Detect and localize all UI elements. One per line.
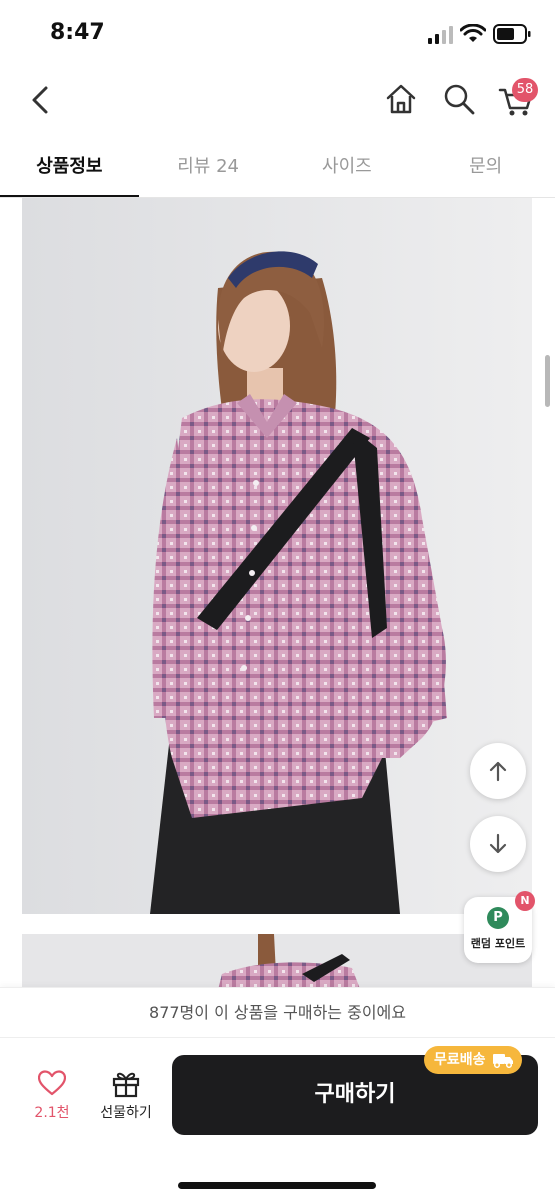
heart-icon (37, 1070, 67, 1096)
delivery-truck-icon (492, 1054, 513, 1068)
model-photo-preview-image (22, 934, 532, 994)
wifi-icon (460, 24, 486, 42)
buying-now-notice: 877명이 이 상품을 구매하는 중이에요 (0, 988, 555, 1038)
new-badge: N (515, 891, 535, 911)
cellular-signal-icon (428, 26, 453, 44)
tab-size[interactable]: 사이즈 (278, 140, 417, 198)
status-bar: 8:47 (0, 0, 555, 70)
like-button[interactable]: 2.1천 (26, 1070, 78, 1122)
arrow-down-icon (489, 833, 507, 854)
gift-label: 선물하기 (100, 1105, 152, 1121)
home-icon[interactable] (384, 82, 418, 116)
scroll-down-button[interactable] (470, 816, 526, 872)
battery-icon (493, 24, 531, 44)
product-detail-screen: 8:47 58 상품정보 리뷰 24 사이즈 문의 P 랜덤 포인트 N 877… (0, 0, 555, 1200)
tab-product-info[interactable]: 상품정보 (0, 140, 139, 198)
points-icon: P (487, 907, 509, 929)
status-time: 8:47 (50, 20, 105, 45)
product-tabs: 상품정보 리뷰 24 사이즈 문의 (0, 140, 555, 198)
cart-count-badge: 58 (512, 78, 538, 102)
page-scrollbar[interactable] (545, 355, 550, 407)
arrow-up-icon (489, 761, 507, 782)
navigation-bar: 58 (0, 70, 555, 132)
gift-icon (112, 1072, 140, 1098)
back-arrow-icon[interactable] (26, 82, 54, 118)
tab-reviews[interactable]: 리뷰 24 (139, 140, 278, 198)
tab-inquiry[interactable]: 문의 (416, 140, 555, 198)
product-photo-main (22, 198, 532, 914)
search-icon[interactable] (442, 82, 476, 116)
random-points-button[interactable]: P 랜덤 포인트 N (464, 891, 535, 963)
free-shipping-badge: 무료배송 (424, 1046, 522, 1074)
model-wearing-check-shirt-image (22, 198, 532, 914)
home-indicator (178, 1182, 376, 1189)
gift-button[interactable]: 선물하기 (92, 1068, 160, 1122)
purchase-bottom-bar: 877명이 이 상품을 구매하는 중이에요 2.1천 선물하기 구매하기 무료배… (0, 987, 555, 1200)
like-count: 2.1천 (34, 1105, 70, 1121)
free-shipping-label: 무료배송 (434, 1052, 486, 1068)
product-photo-second (22, 934, 532, 994)
scroll-up-button[interactable] (470, 743, 526, 799)
points-label: 랜덤 포인트 (470, 937, 526, 950)
